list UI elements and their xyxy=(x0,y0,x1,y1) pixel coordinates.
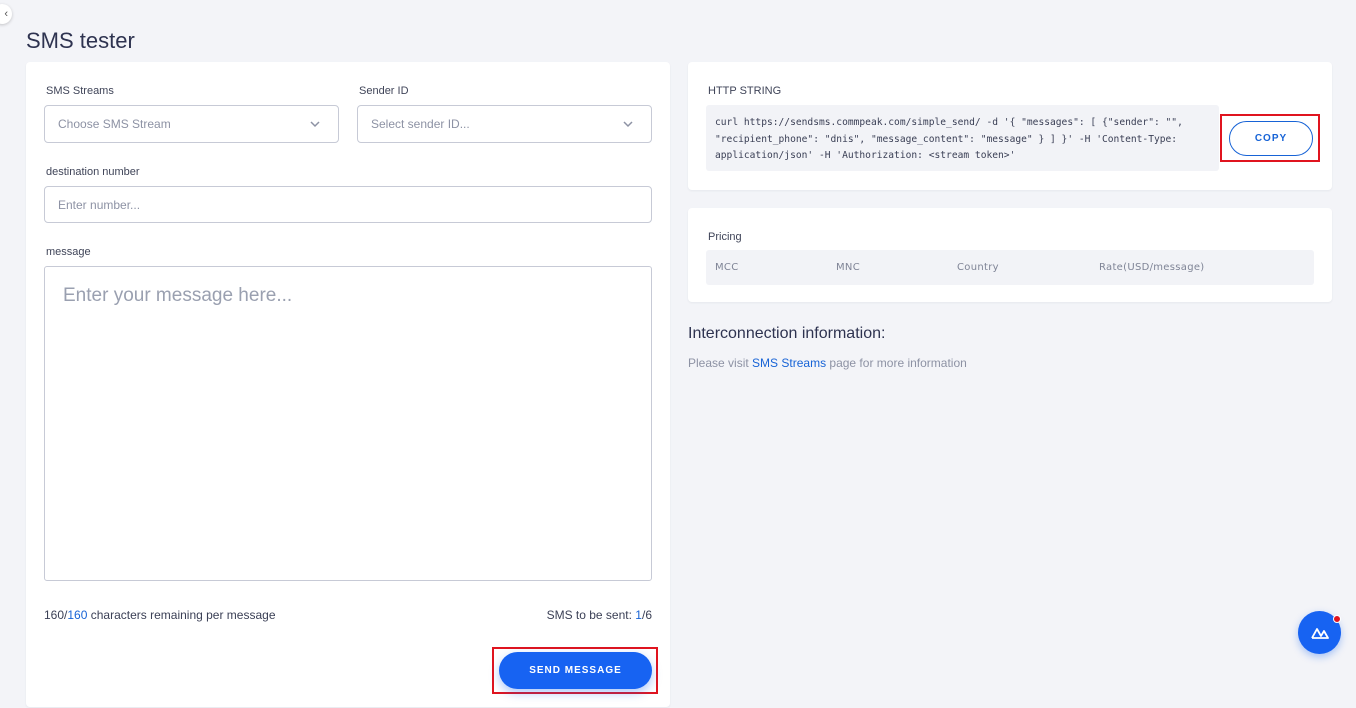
sms-form-card: SMS Streams Choose SMS Stream Sender ID … xyxy=(26,62,670,707)
sender-id-select[interactable]: Select sender ID... xyxy=(357,105,652,143)
chars-total-value: 160 xyxy=(67,608,88,622)
destination-number-placeholder: Enter number... xyxy=(58,197,141,212)
pricing-col-mnc: MNC xyxy=(836,262,860,273)
pricing-col-country: Country xyxy=(957,262,999,273)
chars-remaining-value: 160 xyxy=(44,608,65,622)
message-textarea[interactable]: Enter your message here... xyxy=(44,266,652,581)
sms-sent-total: /6 xyxy=(641,608,652,622)
pricing-col-rate: Rate(USD/message) xyxy=(1099,262,1205,273)
chevron-down-icon xyxy=(310,121,320,128)
interconnection-text-before: Please visit xyxy=(688,356,749,370)
http-string-code: curl https://sendsms.commpeak.com/simple… xyxy=(706,105,1219,171)
characters-remaining: 160/160 characters remaining per message xyxy=(44,608,276,622)
chevron-left-icon: ‹ xyxy=(4,8,8,20)
destination-number-label: destination number xyxy=(46,166,140,178)
chars-suffix: characters remaining per message xyxy=(90,608,276,622)
send-message-button[interactable]: SEND MESSAGE xyxy=(499,652,652,689)
destination-number-input[interactable]: Enter number... xyxy=(44,186,652,223)
page-title: SMS tester xyxy=(26,28,135,53)
sidebar-collapse-button[interactable]: ‹ xyxy=(0,4,12,24)
http-string-title: HTTP STRING xyxy=(708,85,782,97)
http-string-card: HTTP STRING curl https://sendsms.commpea… xyxy=(688,62,1332,190)
pricing-table-header: MCC MNC Country Rate(USD/message) xyxy=(706,250,1314,285)
sms-to-be-sent: SMS to be sent: 1/6 xyxy=(547,608,652,622)
message-label: message xyxy=(46,246,91,258)
sms-sent-current: 1 xyxy=(635,608,642,622)
interconnection-text-after: page for more information xyxy=(829,356,967,370)
sms-tester-page: ‹ SMS tester SMS Streams Choose SMS Stre… xyxy=(0,0,1356,708)
pricing-col-mcc: MCC xyxy=(715,262,739,273)
interconnection-text: Please visit SMS Streams page for more i… xyxy=(688,356,967,370)
pricing-title: Pricing xyxy=(708,231,742,243)
sms-streams-placeholder: Choose SMS Stream xyxy=(58,117,171,131)
sender-id-placeholder: Select sender ID... xyxy=(371,117,470,131)
sms-streams-select[interactable]: Choose SMS Stream xyxy=(44,105,339,143)
message-placeholder: Enter your message here... xyxy=(63,285,293,306)
chat-logo-icon xyxy=(1310,627,1329,639)
chevron-down-icon xyxy=(623,121,633,128)
sms-sent-label: SMS to be sent: xyxy=(546,608,632,622)
copy-button[interactable]: COPY xyxy=(1229,121,1313,156)
pricing-card: Pricing MCC MNC Country Rate(USD/message… xyxy=(688,208,1332,302)
sender-id-label: Sender ID xyxy=(359,85,409,97)
sms-streams-link[interactable]: SMS Streams xyxy=(752,356,826,370)
interconnection-title: Interconnection information: xyxy=(688,325,886,342)
notification-dot xyxy=(1333,615,1341,623)
sms-streams-label: SMS Streams xyxy=(46,85,114,97)
